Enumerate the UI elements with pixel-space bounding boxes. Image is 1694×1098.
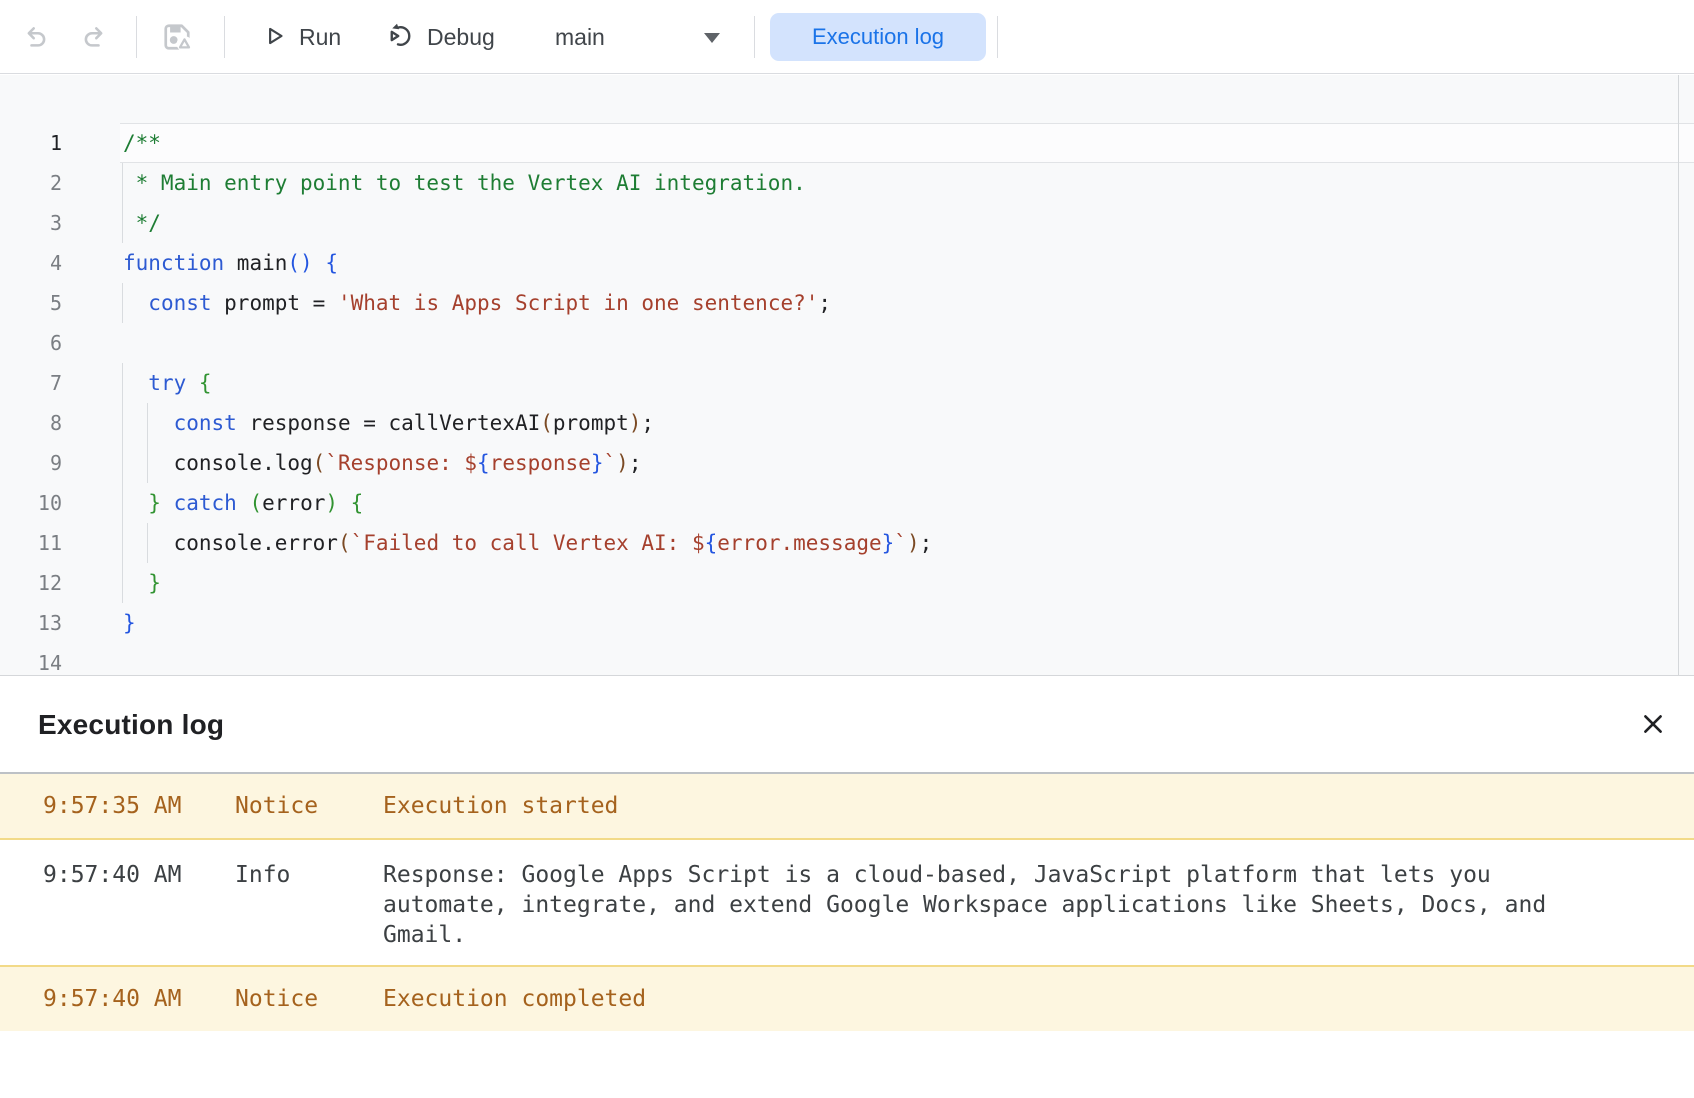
toolbar: Run Debug main Execution log [0, 0, 1694, 74]
toolbar-divider [224, 16, 225, 58]
execution-log-panel-header: Execution log [0, 675, 1694, 772]
code-text: } [123, 603, 136, 643]
log-level: Info [235, 860, 383, 890]
log-level: Notice [235, 984, 383, 1014]
code-text: console.log(`Response: ${response}`); [123, 443, 641, 483]
debug-button[interactable]: Debug [384, 0, 495, 74]
code-line-3[interactable]: 3 */ [0, 203, 1694, 243]
code-line-6[interactable]: 6 [0, 323, 1694, 363]
execution-log-table: 9:57:35 AMNoticeExecution started9:57:40… [0, 772, 1694, 1031]
debug-icon [384, 21, 416, 54]
run-button[interactable]: Run [262, 0, 341, 74]
log-message: Execution completed [383, 984, 1583, 1014]
apps-script-editor-window: Run Debug main Execution log 1/**2 * Mai… [0, 0, 1694, 1098]
code-line-7[interactable]: 7 try { [0, 363, 1694, 403]
line-number: 5 [0, 283, 62, 323]
code-line-10[interactable]: 10 } catch (error) { [0, 483, 1694, 523]
code-line-2[interactable]: 2 * Main entry point to test the Vertex … [0, 163, 1694, 203]
code-line-9[interactable]: 9 console.log(`Response: ${response}`); [0, 443, 1694, 483]
code-line-4[interactable]: 4 function main() { [0, 243, 1694, 283]
save-warning-icon [158, 19, 196, 55]
log-message: Execution started [383, 791, 1583, 821]
code-text: */ [123, 203, 161, 243]
code-editor[interactable]: 1/**2 * Main entry point to test the Ver… [0, 75, 1694, 675]
code-text: /** [123, 123, 161, 163]
log-timestamp: 9:57:35 AM [0, 791, 235, 821]
code-text: const prompt = 'What is Apps Script in o… [123, 283, 831, 323]
run-label: Run [299, 24, 341, 51]
code-text: const response = callVertexAI(prompt); [123, 403, 654, 443]
code-lines: 1/**2 * Main entry point to test the Ver… [0, 75, 1694, 675]
line-number: 13 [0, 603, 62, 643]
code-line-11[interactable]: 11 console.error(`Failed to call Vertex … [0, 523, 1694, 563]
line-number: 4 [0, 243, 62, 283]
line-number: 6 [0, 323, 62, 363]
execution-log-title: Execution log [38, 676, 224, 773]
log-entry: 9:57:40 AMInfoResponse: Google Apps Scri… [0, 840, 1694, 965]
line-number: 8 [0, 403, 62, 443]
log-timestamp: 9:57:40 AM [0, 984, 235, 1014]
play-icon [262, 23, 288, 52]
line-number: 7 [0, 363, 62, 403]
line-number: 1 [0, 123, 62, 163]
line-number: 2 [0, 163, 62, 203]
undo-icon [20, 23, 50, 51]
line-number: 14 [0, 643, 62, 675]
debug-label: Debug [427, 24, 495, 51]
selected-function-label: main [555, 24, 605, 51]
dropdown-caret-icon [704, 33, 720, 43]
line-number: 10 [0, 483, 62, 523]
execution-log-button-label: Execution log [812, 24, 944, 50]
line-number: 11 [0, 523, 62, 563]
toolbar-divider [754, 16, 755, 58]
log-entry: 9:57:35 AMNoticeExecution started [0, 774, 1694, 840]
close-icon [1639, 710, 1667, 741]
log-level: Notice [235, 791, 383, 821]
function-selector[interactable]: main [545, 0, 735, 74]
code-text: * Main entry point to test the Vertex AI… [123, 163, 806, 203]
execution-log-button[interactable]: Execution log [770, 13, 986, 61]
save-button[interactable] [158, 0, 196, 74]
code-text: function main() { [123, 243, 338, 283]
redo-icon [80, 23, 110, 51]
toolbar-divider [136, 16, 137, 58]
close-execution-log-button[interactable] [1634, 706, 1672, 744]
code-line-13[interactable]: 13} [0, 603, 1694, 643]
undo-button[interactable] [20, 0, 50, 74]
line-number: 12 [0, 563, 62, 603]
code-text: console.error(`Failed to call Vertex AI:… [123, 523, 932, 563]
minimap-border [1678, 75, 1679, 675]
code-text: try { [123, 363, 212, 403]
line-number: 9 [0, 443, 62, 483]
log-timestamp: 9:57:40 AM [0, 860, 235, 890]
log-message: Response: Google Apps Script is a cloud-… [383, 860, 1583, 950]
code-line-14[interactable]: 14 [0, 643, 1694, 675]
code-line-1[interactable]: 1 /** [0, 123, 1694, 163]
code-line-8[interactable]: 8 const response = callVertexAI(prompt); [0, 403, 1694, 443]
code-text: } [123, 563, 161, 603]
code-text: } catch (error) { [123, 483, 363, 523]
toolbar-divider [997, 16, 998, 58]
code-line-5[interactable]: 5 const prompt = 'What is Apps Script in… [0, 283, 1694, 323]
code-line-12[interactable]: 12 } [0, 563, 1694, 603]
redo-button[interactable] [80, 0, 110, 74]
log-entry: 9:57:40 AMNoticeExecution completed [0, 965, 1694, 1031]
line-number: 3 [0, 203, 62, 243]
